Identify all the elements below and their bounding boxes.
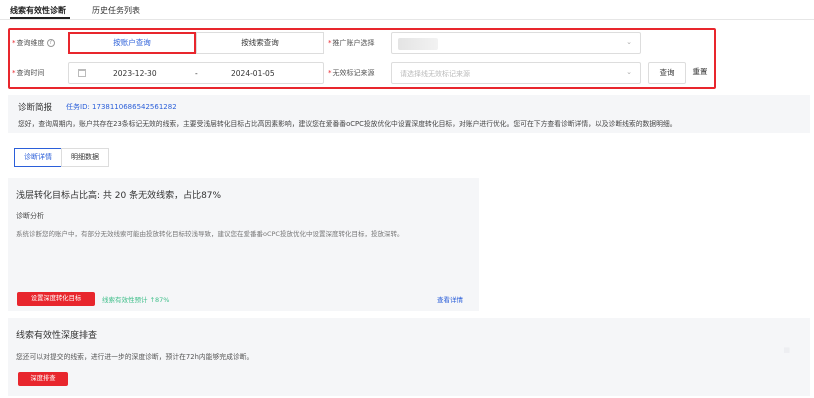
calendar-icon [78,69,86,77]
card-heading: 线索有效性深度排查 [16,331,98,341]
analysis-text: 系统诊断您的账户中，有部分无效线索可能由投放转化目标较浅导致，建议您在爱番番oC… [16,230,404,238]
help-icon[interactable]: ? [46,39,55,47]
date-range-picker[interactable]: 2023-12-30 - 2024-01-05 [68,62,324,84]
source-label: *无效标记来源 [328,69,375,77]
diagnosis-brief: 诊断简报 任务ID: 1738110686542561282 您好，查询周期内，… [8,95,810,133]
source-placeholder: 请选择线无效标记来源 [400,70,470,78]
by-account-option[interactable]: 按账户查询 [68,32,196,54]
query-button[interactable]: 查询 [648,62,686,84]
top-tabs: 线索有效性诊断 历史任务列表 [0,0,814,20]
shallow-target-card: 浅层转化目标占比高: 共 20 条无效线索，占比87% 诊断分析 系统诊断您的账… [8,178,479,311]
by-clue-option[interactable]: 按线索查询 [196,32,324,54]
invalid-source-select[interactable]: 请选择线无效标记来源 ⌄ [391,62,641,84]
account-value-redacted [398,38,438,50]
set-deep-target-button[interactable]: 设置深度转化目标 [17,292,95,306]
validity-forecast: 线索有效性预计 ↑87% [102,296,170,304]
deep-check-button[interactable]: 深度排查 [18,372,68,386]
account-select[interactable]: ⌄ [391,32,641,54]
query-dimension-label: *查询维度? [12,38,55,48]
watermark: ▦ [783,346,790,354]
brief-title: 诊断简报 [18,103,53,113]
tab-history[interactable]: 历史任务列表 [92,5,140,16]
deep-check-card: 线索有效性深度排查 您还可以对提交的线索，进行进一步的深度诊断，预计在72h内能… [8,318,810,396]
card-text: 您还可以对提交的线索，进行进一步的深度诊断，预计在72h内能够完成诊断。 [16,353,254,361]
view-details-link[interactable]: 查看详情 [437,294,463,304]
account-select-label: *推广账户选择 [328,39,375,47]
end-date[interactable]: 2024-01-05 [231,69,275,78]
brief-text: 您好，查询周期内，账户共存在23条标记无效的线索，主要受浅层转化目标占比高因素影… [18,120,677,128]
date-separator: - [195,69,198,78]
tab-diagnosis-details[interactable]: 诊断详情 [14,148,62,167]
active-tab-indicator [10,17,70,19]
reset-button[interactable]: 重置 [688,62,712,84]
card-heading: 浅层转化目标占比高: 共 20 条无效线索，占比87% [16,191,222,201]
query-filter-panel: *查询维度? 按账户查询 按线索查询 *推广账户选择 ⌄ *查询时间 2023-… [8,28,716,89]
start-date[interactable]: 2023-12-30 [113,69,157,78]
query-time-label: *查询时间 [12,69,45,77]
tab-detail-data[interactable]: 明细数据 [61,148,109,167]
task-id: 任务ID: 1738110686542561282 [66,103,177,111]
tab-diagnosis[interactable]: 线索有效性诊断 [10,5,66,16]
analysis-label: 诊断分析 [16,212,44,220]
chevron-down-icon: ⌄ [626,68,632,76]
chevron-down-icon: ⌄ [626,38,632,46]
